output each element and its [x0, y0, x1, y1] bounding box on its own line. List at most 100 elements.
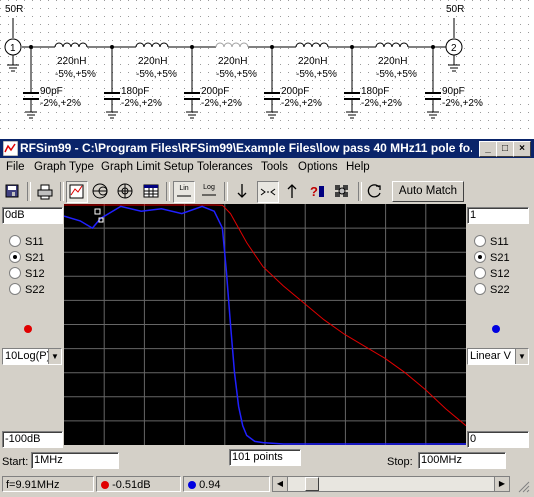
stop-label: Stop: [387, 456, 413, 468]
capacitor-6-value: 90pF [442, 86, 465, 97]
scroll-left-icon[interactable]: ◀ [273, 477, 288, 491]
print-icon[interactable] [35, 181, 55, 201]
frequency-readout: f=9.91MHz [2, 476, 94, 492]
radio-indicator [474, 251, 486, 263]
left-radio-s12[interactable]: S12 [9, 267, 45, 280]
settings-icon[interactable] [332, 181, 352, 201]
radio-indicator [9, 251, 21, 263]
capacitor-1-value: 90pF [40, 86, 63, 97]
smith-chart-icon[interactable] [90, 181, 110, 201]
radio-indicator [9, 283, 21, 295]
left-radio-s21[interactable]: S21 [9, 251, 45, 264]
menu-graph-limit-setup[interactable]: Graph Limit Setup [101, 161, 194, 173]
left-radio-s11[interactable]: S11 [9, 235, 44, 248]
capacitor-2-tolerance: -2%,+2% [121, 98, 162, 109]
right-scale-select[interactable]: Linear V ▼ [467, 348, 529, 365]
right-radio-s21[interactable]: S21 [474, 251, 510, 264]
inductor-4-tolerance: -5%,+5% [296, 69, 337, 80]
right-radio-s12[interactable]: S12 [474, 267, 510, 280]
title-bar[interactable]: RFSim99 - C:\Program Files\RFSim99\Examp… [0, 139, 534, 158]
svg-text:?: ? [310, 184, 318, 199]
menu-graph-type[interactable]: Graph Type [34, 161, 94, 173]
radio-indicator [9, 235, 21, 247]
refresh-icon[interactable] [365, 181, 385, 201]
scroll-right-icon[interactable]: ▶ [494, 477, 509, 491]
capacitor-1-tolerance: -2%,+2% [40, 98, 81, 109]
left-radio-s22[interactable]: S22 [9, 283, 45, 296]
start-label: Start: [2, 456, 29, 468]
polar-icon[interactable] [115, 181, 135, 201]
table-icon[interactable] [141, 181, 161, 201]
query-icon[interactable]: ? [307, 181, 327, 201]
inductor-4-value: 220nH [298, 56, 327, 67]
save-icon[interactable] [2, 181, 22, 201]
menu-file[interactable]: File [6, 161, 25, 173]
points-field[interactable]: 101 points [229, 449, 301, 466]
menu-tools[interactable]: Tools [261, 161, 288, 173]
inductor-1-value: 220nH [57, 56, 86, 67]
log-icon[interactable]: Log [199, 181, 219, 201]
capacitor-5-tolerance: -2%,+2% [361, 98, 402, 109]
schematic-diagram: 50R 1 50R 2 220nH -5%,+5% 220nH -5%,+5% 220nH -5%… [0, 0, 534, 135]
minimize-button[interactable]: _ [479, 141, 497, 157]
scroll-thumb[interactable] [305, 477, 319, 491]
radio-indicator [9, 267, 21, 279]
chevron-down-icon: ▼ [515, 349, 528, 364]
resize-grip-icon[interactable] [516, 479, 530, 493]
left-scale-select[interactable]: 10Log(P) ▼ [2, 348, 62, 365]
capacitor-3-value: 200pF [201, 86, 229, 97]
radio-indicator [474, 267, 486, 279]
frequency-scrollbar[interactable]: ◀ ▶ [272, 476, 510, 492]
chevron-down-icon: ▼ [48, 349, 61, 364]
right-top-limit-field[interactable]: 1 [467, 207, 529, 224]
right-bottom-limit-field[interactable]: 0 [467, 431, 529, 448]
blue-trace-readout: 0.94 [183, 476, 270, 492]
port-label-2: 50R [446, 4, 464, 15]
right-trace-color-icon [492, 325, 500, 333]
close-button[interactable]: × [513, 141, 531, 157]
arrow-down-icon[interactable] [232, 181, 252, 201]
port-number-2: 2 [451, 43, 457, 54]
right-radio-s11[interactable]: S11 [474, 235, 509, 248]
menu-options[interactable]: Options [298, 161, 338, 173]
right-radio-s22[interactable]: S22 [474, 283, 510, 296]
capacitor-6-tolerance: -2%,+2% [442, 98, 483, 109]
radio-indicator [474, 235, 486, 247]
inductor-2-tolerance: -5%,+5% [136, 69, 177, 80]
start-frequency-field[interactable]: 1MHz [31, 452, 119, 469]
marker-handle[interactable] [94, 208, 101, 215]
capacitor-3-tolerance: -2%,+2% [201, 98, 242, 109]
inductor-3-value: 220nH [218, 56, 247, 67]
red-dot-icon [101, 481, 109, 489]
port-number-1: 1 [10, 43, 16, 54]
capacitor-5-value: 180pF [361, 86, 389, 97]
stop-frequency-field[interactable]: 100MHz [418, 452, 506, 469]
maximize-button[interactable]: □ [496, 141, 514, 157]
inductor-1-tolerance: -5%,+5% [55, 69, 96, 80]
left-bottom-limit-field[interactable]: -100dB [2, 431, 63, 448]
inductor-3-tolerance: -5%,+5% [216, 69, 257, 80]
menu-bar: File Graph Type Graph Limit Setup Tolera… [0, 159, 534, 177]
window-title: RFSim99 - C:\Program Files\RFSim99\Examp… [20, 141, 472, 155]
inductor-5-value: 220nH [378, 56, 407, 67]
lin-icon[interactable]: Lin [173, 181, 195, 203]
auto-match-button[interactable]: Auto Match [392, 181, 464, 202]
blue-dot-icon [188, 481, 196, 489]
capacitor-4-value: 200pF [281, 86, 309, 97]
port-label-1: 50R [5, 4, 23, 15]
radio-indicator [474, 283, 486, 295]
menu-help[interactable]: Help [346, 161, 370, 173]
arrow-up-icon[interactable] [282, 181, 302, 201]
rfsim-window: RFSim99 - C:\Program Files\RFSim99\Examp… [0, 139, 534, 497]
left-top-limit-field[interactable]: 0dB [2, 207, 63, 224]
capacitor-4-tolerance: -2%,+2% [281, 98, 322, 109]
graph-icon[interactable] [66, 181, 88, 203]
arrows-in-icon[interactable] [257, 181, 279, 203]
inductor-5-tolerance: -5%,+5% [376, 69, 417, 80]
red-trace-readout: -0.51dB [96, 476, 181, 492]
inductor-2-value: 220nH [138, 56, 167, 67]
menu-tolerances[interactable]: Tolerances [197, 161, 253, 173]
toolbar: Lin Log ? Auto Match [0, 180, 534, 204]
capacitor-2-value: 180pF [121, 86, 149, 97]
response-graph[interactable] [64, 204, 466, 445]
